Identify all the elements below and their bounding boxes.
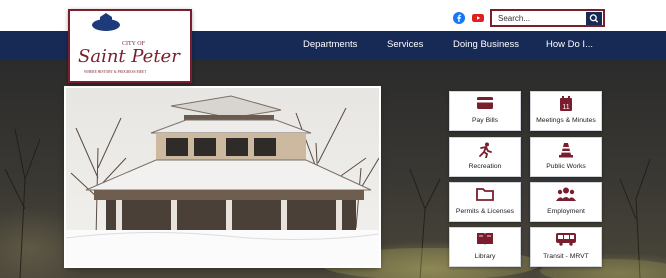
logo-line2: Saint Peter: [78, 46, 181, 67]
search-icon: [589, 14, 599, 23]
pavilion-illustration: [66, 88, 379, 266]
tile-employment[interactable]: Employment: [530, 182, 602, 222]
calendar-icon: 11: [560, 96, 572, 111]
tile-library[interactable]: Library: [449, 227, 521, 267]
tile-label: Meetings & Minutes: [536, 117, 596, 124]
tile-label: Permits & Licenses: [455, 208, 515, 215]
tile-label: Transit - MRVT: [543, 253, 589, 260]
search-button[interactable]: [586, 12, 602, 25]
tile-label: Employment: [547, 208, 585, 215]
search-input[interactable]: [494, 12, 590, 25]
svg-text:11: 11: [562, 104, 569, 111]
site-logo[interactable]: CITY OF Saint Peter WHERE HISTORY & PROG…: [68, 9, 192, 83]
tile-label: Recreation: [468, 163, 502, 170]
tile-pay-bills[interactable]: Pay Bills: [449, 91, 521, 131]
folder-icon: [476, 188, 494, 201]
facebook-icon[interactable]: [453, 12, 465, 24]
traffic-cone-icon: [559, 143, 573, 158]
tile-transit-mrvt[interactable]: Transit - MRVT: [530, 227, 602, 267]
people-icon: [556, 187, 576, 201]
nav-departments[interactable]: Departments: [303, 31, 357, 59]
tile-meetings-minutes[interactable]: 11 Meetings & Minutes: [530, 91, 602, 131]
nav-doing-business[interactable]: Doing Business: [453, 31, 519, 59]
nav-services[interactable]: Services: [387, 31, 423, 59]
tile-recreation[interactable]: Recreation: [449, 137, 521, 177]
youtube-icon[interactable]: [472, 12, 484, 24]
book-icon: [477, 233, 493, 245]
logo-emblem: CITY OF Saint Peter WHERE HISTORY & PROG…: [78, 13, 181, 74]
nav-how-do-i[interactable]: How Do I...: [546, 31, 593, 59]
tile-label: Pay Bills: [471, 117, 499, 124]
search-box: [490, 9, 605, 27]
bus-icon: [556, 233, 576, 246]
tile-label: Public Works: [546, 163, 586, 170]
runner-icon: [479, 142, 492, 159]
hero-photo: [66, 88, 379, 266]
tile-label: Library: [474, 253, 496, 260]
tile-public-works[interactable]: Public Works: [530, 137, 602, 177]
logo-tagline: WHERE HISTORY & PROGRESS MEET: [84, 70, 147, 74]
tile-permits-licenses[interactable]: Permits & Licenses: [449, 182, 521, 222]
credit-card-icon: [477, 97, 493, 109]
